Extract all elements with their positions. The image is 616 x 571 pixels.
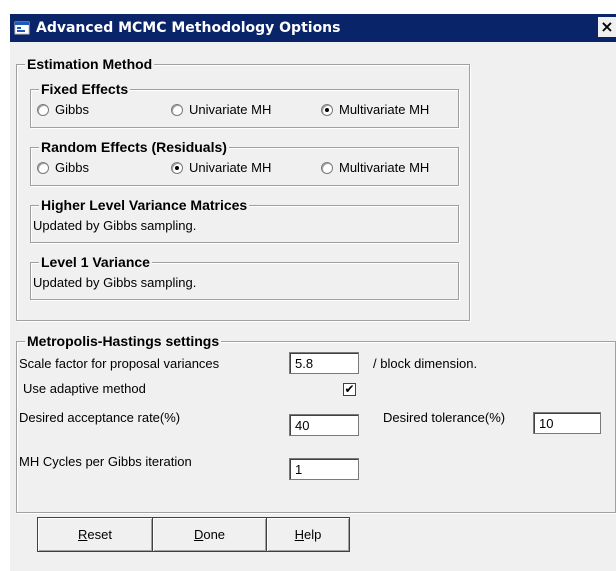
help-label-rest: elp [304,527,322,542]
acceptance-rate-input[interactable]: 40 [289,414,359,436]
fixed-radio-gibbs[interactable]: Gibbs [37,102,89,117]
mh-cycles-label: MH Cycles per Gibbs iteration [19,454,192,469]
radio-label: Univariate MH [189,102,272,117]
done-button[interactable]: Done [152,517,267,552]
radio-label: Multivariate MH [339,102,430,117]
random-effects-legend: Random Effects (Residuals) [39,139,229,155]
higher-level-variance-text: Updated by Gibbs sampling. [33,218,197,233]
dialog-window: Advanced MCMC Methodology Options × Esti… [10,14,616,571]
adaptive-method-label: Use adaptive method [23,381,146,396]
close-icon: × [600,17,614,36]
window-title: Advanced MCMC Methodology Options [36,20,341,36]
radio-button[interactable] [171,103,183,116]
level1-variance-group: Level 1 Variance Updated by Gibbs sampli… [30,254,459,300]
check-icon: ✔ [344,382,355,396]
radio-label: Gibbs [55,102,89,117]
random-radio-multivariate-mh[interactable]: Multivariate MH [321,160,429,175]
reset-button[interactable]: Reset [37,517,153,552]
mh-settings-group: Metropolis-Hastings settings Scale facto… [16,333,616,513]
fixed-radio-univariate-mh[interactable]: Univariate MH [171,102,271,117]
higher-level-variance-group: Higher Level Variance Matrices Updated b… [30,197,459,243]
adaptive-method-checkbox[interactable]: ✔ [343,383,356,396]
fixed-effects-legend: Fixed Effects [39,81,131,97]
scale-factor-suffix: / block dimension. [373,356,478,371]
scale-factor-input[interactable]: 5.8 [289,352,359,374]
radio-label: Gibbs [55,160,89,175]
tolerance-label: Desired tolerance(%) [383,410,506,425]
radio-button-selected[interactable] [171,161,183,174]
reset-mnemonic: R [78,527,88,542]
random-radio-gibbs[interactable]: Gibbs [37,160,89,175]
level1-variance-text: Updated by Gibbs sampling. [33,275,197,290]
mh-settings-legend: Metropolis-Hastings settings [25,333,222,349]
radio-button[interactable] [37,161,49,174]
higher-level-variance-legend: Higher Level Variance Matrices [39,197,250,213]
random-radio-univariate-mh[interactable]: Univariate MH [171,160,271,175]
done-label-rest: one [203,527,226,542]
app-icon [14,21,30,35]
level1-variance-legend: Level 1 Variance [39,254,152,270]
reset-label-rest: eset [87,527,112,542]
mh-cycles-input[interactable]: 1 [289,458,359,480]
help-button[interactable]: Help [266,517,350,552]
acceptance-rate-label: Desired acceptance rate(%) [19,410,181,425]
random-effects-group: Random Effects (Residuals) Gibbs Univari… [30,139,459,186]
radio-button[interactable] [321,161,333,174]
title-bar[interactable]: Advanced MCMC Methodology Options × [10,14,616,42]
radio-label: Univariate MH [189,160,272,175]
scale-factor-label: Scale factor for proposal variances [19,356,220,371]
fixed-radio-multivariate-mh[interactable]: Multivariate MH [321,102,429,117]
done-mnemonic: D [193,527,204,542]
estimation-method-legend: Estimation Method [25,56,155,72]
tolerance-input[interactable]: 10 [533,412,601,434]
close-button[interactable]: × [598,17,616,37]
help-mnemonic: H [294,527,305,542]
estimation-method-group: Estimation Method Fixed Effects Gibbs Un… [16,56,470,321]
fixed-effects-group: Fixed Effects Gibbs Univariate MH Multiv… [30,81,459,128]
radio-button-selected[interactable] [321,103,333,116]
radio-label: Multivariate MH [339,160,430,175]
radio-button[interactable] [37,103,49,116]
